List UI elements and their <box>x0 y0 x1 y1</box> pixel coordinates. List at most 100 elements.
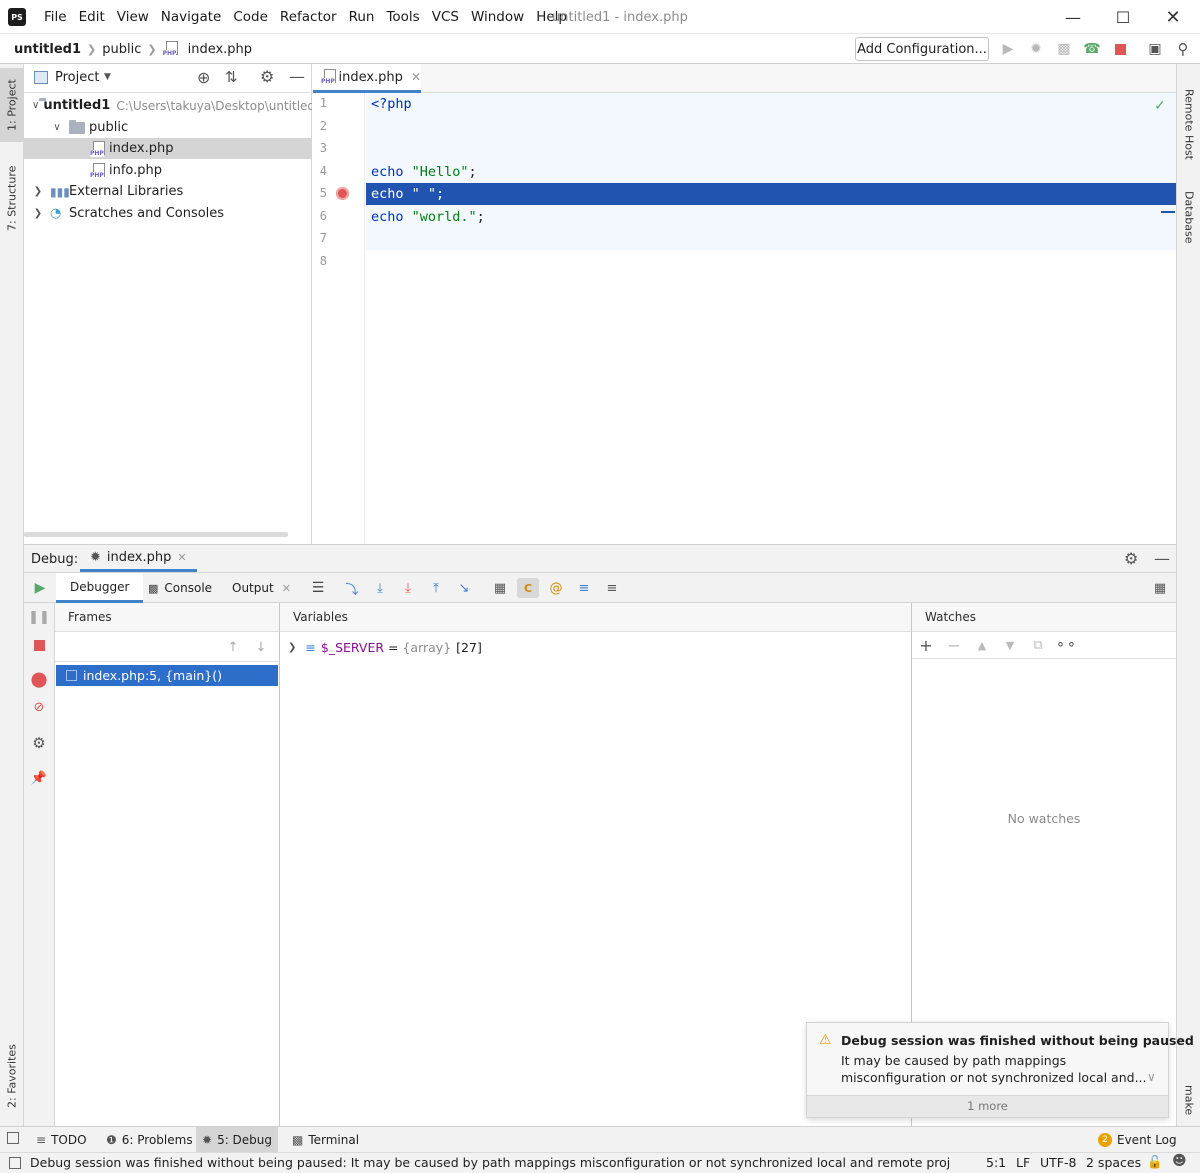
chevron-down-icon[interactable]: ▼ <box>104 72 111 82</box>
close-tab-icon[interactable]: ✕ <box>411 70 421 84</box>
scrollbar-marker[interactable] <box>1161 211 1175 213</box>
horizontal-scrollbar[interactable] <box>24 532 288 537</box>
settings-icon[interactable]: ⚙ <box>29 734 49 752</box>
chevron-down-icon[interactable]: ∨ <box>51 122 63 133</box>
inspector-icon[interactable]: ☻ <box>1172 1153 1187 1169</box>
lock-icon[interactable]: 🔓 <box>1147 1154 1163 1170</box>
make-tool-tab[interactable]: make <box>1177 1078 1200 1122</box>
frame-row[interactable]: index.php:5, {main}() <box>56 665 278 686</box>
tool-tab-todo[interactable]: ≡ TODO <box>30 1127 93 1153</box>
notification-more-link[interactable]: 1 more <box>807 1095 1168 1117</box>
maximize-button[interactable]: ☐ <box>1100 5 1146 29</box>
menu-code[interactable]: Code <box>227 9 274 25</box>
step-into-icon[interactable]: ⤓ <box>370 579 390 597</box>
menu-run[interactable]: Run <box>343 9 381 25</box>
menu-view[interactable]: View <box>111 9 155 25</box>
tab-console[interactable]: ▩ Console <box>148 573 212 603</box>
project-view-title[interactable]: Project <box>55 70 99 85</box>
terminal-window-icon[interactable]: ▣ <box>1145 40 1165 58</box>
step-over-icon[interactable]: ⤵ <box>342 579 362 598</box>
tree-item-scratches[interactable]: ❯ ◔ Scratches and Consoles <box>24 203 312 224</box>
remote-host-tool-tab[interactable]: Remote Host <box>1177 74 1200 174</box>
breadcrumb-project[interactable]: untitled1 <box>14 42 81 57</box>
add-icon[interactable]: + <box>916 636 936 655</box>
debug-bug-icon[interactable]: ✹ <box>1026 40 1046 58</box>
remove-icon[interactable]: − <box>944 636 964 655</box>
pin-tab-icon[interactable]: 📌 <box>29 769 49 787</box>
coverage-icon[interactable]: ▩ <box>1054 40 1074 58</box>
close-tab-icon[interactable]: ✕ <box>177 551 186 564</box>
force-step-into-icon[interactable]: ⤓ <box>398 579 418 597</box>
close-window-button[interactable]: ✕ <box>1150 5 1196 29</box>
menu-tools[interactable]: Tools <box>380 9 425 25</box>
menu-refactor[interactable]: Refactor <box>274 9 343 25</box>
project-tool-tab[interactable]: 1: Project <box>0 68 24 142</box>
tab-debugger[interactable]: Debugger <box>56 573 144 603</box>
debug-session-tab[interactable]: ✹ index.php ✕ <box>80 545 197 572</box>
show-execution-point-icon[interactable]: ☰ <box>308 579 328 597</box>
collapse-all-icon[interactable]: ⇅ <box>225 68 238 86</box>
line-separator[interactable]: LF <box>1016 1155 1030 1170</box>
status-message[interactable]: Debug session was finished without being… <box>30 1155 950 1170</box>
mute-breakpoints-icon[interactable]: ⊘ <box>29 698 49 716</box>
minimize-button[interactable]: — <box>1050 5 1096 29</box>
glasses-icon[interactable]: ⚬⚬ <box>1055 636 1077 654</box>
tool-tab-event-log[interactable]: 2 Event Log <box>1092 1127 1183 1153</box>
editor-gutter[interactable]: 1 2 3 4 5 6 7 8 <box>313 93 365 544</box>
inspection-ok-icon[interactable]: ✓ <box>1154 98 1166 114</box>
breadcrumb-file[interactable]: index.php <box>188 42 252 57</box>
frames-list-icon[interactable]: ≡ <box>574 579 594 597</box>
run-icon[interactable]: ▶ <box>998 40 1018 58</box>
code-area[interactable]: <?php echo "Hello"; echo " "; echo "worl… <box>366 93 1176 544</box>
expand-chevron-icon[interactable]: ∨ <box>1147 1070 1156 1084</box>
menu-window[interactable]: Window <box>465 9 530 25</box>
breakpoint-icon[interactable] <box>336 187 349 200</box>
tree-item-external-libraries[interactable]: ❯ ▮▮▮ External Libraries <box>24 181 312 202</box>
run-to-cursor-icon[interactable]: ↘ <box>454 579 474 597</box>
resume-program-icon[interactable]: ▶ <box>30 579 50 597</box>
layout-settings-icon[interactable]: ▦ <box>1150 579 1170 597</box>
close-tab-icon[interactable]: ✕ <box>282 582 291 595</box>
database-tool-tab[interactable]: Database <box>1177 182 1200 252</box>
status-toggle-icon[interactable] <box>9 1157 21 1169</box>
pause-icon[interactable]: ❚❚ <box>28 608 50 626</box>
structure-tool-tab[interactable]: 7: Structure <box>0 158 24 238</box>
breadcrumb-folder[interactable]: public <box>102 42 141 57</box>
menu-vcs[interactable]: VCS <box>426 9 465 25</box>
tree-item-index-php[interactable]: index.php <box>24 138 312 159</box>
copy-icon[interactable]: ⧉ <box>1028 636 1048 654</box>
locate-file-icon[interactable]: ⊕ <box>197 68 210 87</box>
move-down-icon[interactable]: ▼ <box>1000 636 1020 654</box>
show-constants-icon[interactable]: C <box>517 578 539 598</box>
toggle-tool-windows-icon[interactable] <box>7 1132 19 1144</box>
menu-file[interactable]: File <box>38 9 73 25</box>
menu-navigate[interactable]: Navigate <box>155 9 228 25</box>
tree-item-project-root[interactable]: ∨ untitled1 C:\Users\takuya\Desktop\unti… <box>24 95 312 116</box>
caret-position[interactable]: 5:1 <box>986 1155 1006 1170</box>
menu-edit[interactable]: Edit <box>73 9 111 25</box>
stop-icon[interactable] <box>1110 40 1130 58</box>
hide-panel-icon[interactable]: — <box>289 67 305 86</box>
gear-icon[interactable]: ⚙ <box>260 67 274 86</box>
arrow-up-icon[interactable]: ↑ <box>223 638 243 656</box>
indent-setting[interactable]: 2 spaces <box>1086 1155 1141 1170</box>
chevron-right-icon[interactable]: ❯ <box>32 186 44 197</box>
chevron-down-icon[interactable]: ∨ <box>32 100 39 111</box>
search-icon[interactable]: ⚲ <box>1173 40 1193 58</box>
chevron-right-icon[interactable]: ❯ <box>288 642 296 653</box>
show-globals-icon[interactable]: @ <box>546 579 566 597</box>
view-breakpoints-icon[interactable]: ⬤ <box>29 670 49 688</box>
variable-row[interactable]: ❯ ≡ $_SERVER = {array} [27] <box>288 637 482 657</box>
listen-debug-icon[interactable]: ☎ <box>1082 40 1102 58</box>
tab-output[interactable]: Output ✕ <box>232 573 291 603</box>
step-out-icon[interactable]: ⤒ <box>426 579 446 597</box>
gear-icon[interactable]: ⚙ <box>1124 549 1138 568</box>
add-watch-icon[interactable]: ≡ <box>602 579 622 597</box>
tool-tab-problems[interactable]: ❶ 6: Problems <box>100 1127 199 1153</box>
stop-icon[interactable] <box>29 636 49 654</box>
move-up-icon[interactable]: ▲ <box>972 636 992 654</box>
arrow-down-icon[interactable]: ↓ <box>251 638 271 656</box>
tree-item-info-php[interactable]: info.php <box>24 160 312 181</box>
tree-item-public[interactable]: ∨ public <box>24 117 312 138</box>
add-configuration-button[interactable]: Add Configuration... <box>855 37 989 61</box>
